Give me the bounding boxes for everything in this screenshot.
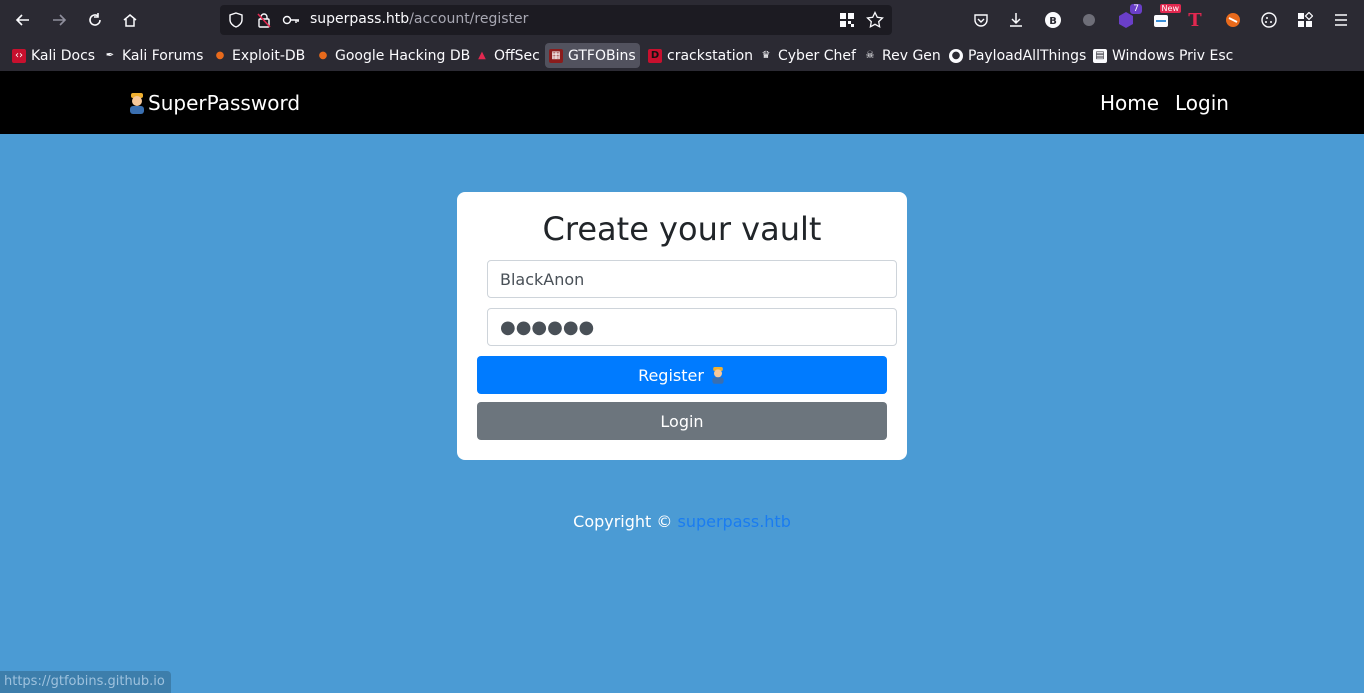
bookmark-cyber-chef[interactable]: ♛ Cyber Chef: [755, 43, 860, 68]
extension-b-icon[interactable]: B: [1039, 6, 1067, 34]
cyberchef-icon: ♛: [761, 50, 771, 61]
url-bar[interactable]: superpass.htb/account/register: [220, 5, 892, 35]
ghdb-icon: ●: [318, 50, 328, 61]
reload-icon[interactable]: [81, 6, 109, 34]
register-card: Create your vault Register Login: [457, 192, 907, 460]
bookmark-exploit-db[interactable]: ● Exploit-DB: [209, 43, 309, 68]
github-icon: ●: [949, 48, 963, 63]
site-navbar: SuperPassword Home Login: [0, 71, 1364, 134]
book-icon: ▤: [1093, 48, 1107, 63]
nav-login-link[interactable]: Login: [1175, 91, 1229, 115]
bookmark-crackstation[interactable]: D crackstation: [644, 43, 757, 68]
username-input[interactable]: [487, 260, 897, 298]
gtfobins-icon: ▦: [549, 48, 563, 63]
bookmark-windows-priv-esc[interactable]: ▤ Windows Priv Esc: [1089, 43, 1237, 68]
bookmark-google-hacking-db[interactable]: ● Google Hacking DB: [312, 43, 474, 68]
footer: Copyright © superpass.htb: [573, 512, 791, 531]
extension-t-icon[interactable]: T: [1181, 6, 1209, 34]
cookie-icon[interactable]: [1255, 6, 1283, 34]
brand-link[interactable]: SuperPassword: [127, 91, 300, 115]
extension-puzzle-gray-icon[interactable]: [1075, 6, 1103, 34]
downloads-icon[interactable]: [1002, 6, 1030, 34]
extensions-puzzle-icon[interactable]: [1291, 6, 1319, 34]
new-badge: New: [1159, 4, 1181, 13]
bookmark-rev-gen[interactable]: ☠ Rev Gen: [859, 43, 945, 68]
footer-link[interactable]: superpass.htb: [678, 512, 791, 531]
svg-text:B: B: [1049, 16, 1057, 27]
back-icon[interactable]: [9, 6, 37, 34]
bookmark-payloadallthings[interactable]: ● PayloadAllThings: [945, 43, 1090, 68]
register-button[interactable]: Register: [477, 356, 887, 394]
offsec-icon: ▲: [478, 50, 486, 61]
card-title: Create your vault: [542, 210, 822, 248]
extension-new-icon[interactable]: New: [1147, 4, 1181, 34]
nav-home-link[interactable]: Home: [1100, 91, 1159, 115]
login-button[interactable]: Login: [477, 402, 887, 440]
bookmark-kali-docs[interactable]: ‹› Kali Docs: [8, 43, 99, 68]
skull-icon: ☠: [865, 50, 875, 61]
forward-icon[interactable]: [45, 6, 73, 34]
bookmark-gtfobins[interactable]: ▦ GTFOBins: [545, 43, 640, 68]
bookmark-offsec[interactable]: ▲ OffSec: [471, 43, 544, 68]
kali-docs-icon: ‹›: [12, 48, 26, 63]
home-icon[interactable]: [116, 6, 144, 34]
key-icon[interactable]: [282, 12, 300, 32]
qr-code-icon[interactable]: [839, 12, 855, 32]
mechanic-icon: [710, 366, 726, 384]
mechanic-icon: [127, 92, 147, 114]
insecure-lock-icon[interactable]: [256, 12, 272, 32]
exploit-db-icon: ●: [215, 50, 225, 61]
bookmarks-bar: ‹› Kali Docs ✒ Kali Forums ● Exploit-DB …: [0, 40, 1364, 71]
extension-purple-icon[interactable]: 7: [1112, 4, 1142, 34]
pocket-icon[interactable]: [967, 6, 995, 34]
browser-toolbar: superpass.htb/account/register B 7 New T: [0, 0, 1364, 40]
shield-icon[interactable]: [228, 12, 244, 32]
url-text: superpass.htb/account/register: [310, 11, 529, 27]
extension-hackbar-icon[interactable]: [1219, 6, 1247, 34]
bookmark-kali-forums[interactable]: ✒ Kali Forums: [99, 43, 207, 68]
crackstation-icon: D: [648, 48, 662, 63]
kali-forums-icon: ✒: [105, 50, 115, 61]
bookmark-star-icon[interactable]: [866, 10, 884, 33]
extension-count-badge: 7: [1130, 4, 1142, 14]
password-input[interactable]: [487, 308, 897, 346]
status-bar-url: https://gtfobins.github.io: [0, 671, 171, 693]
menu-hamburger-icon[interactable]: [1327, 6, 1355, 34]
